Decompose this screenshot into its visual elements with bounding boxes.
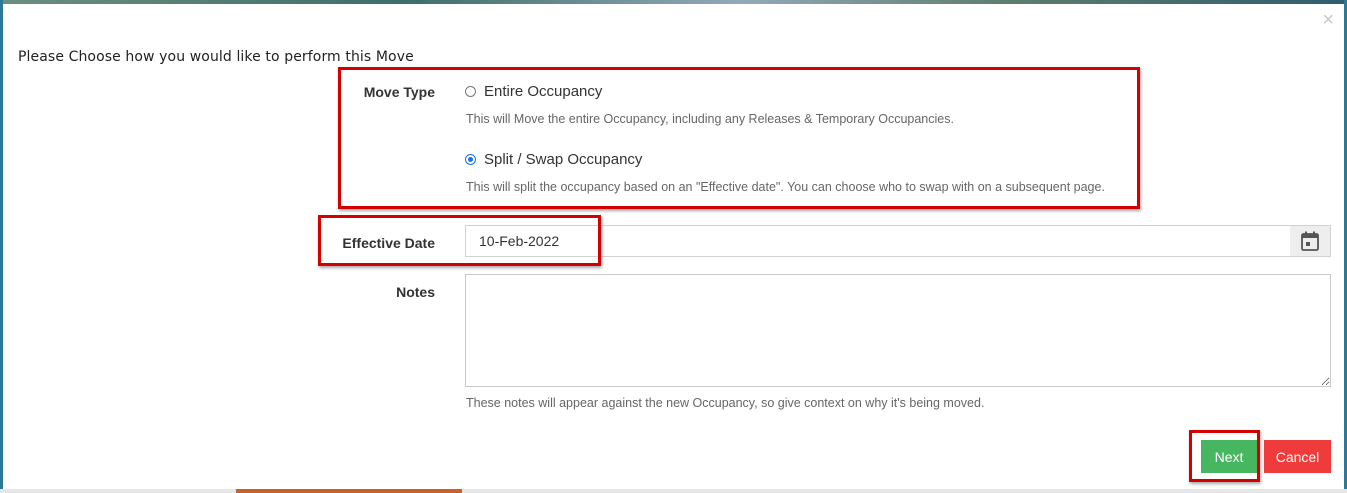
next-button[interactable]: Next	[1201, 440, 1257, 473]
radio-entire-occupancy-label[interactable]: Entire Occupancy	[484, 83, 602, 100]
radio-split-swap-occupancy[interactable]: Split / Swap Occupancy	[465, 151, 642, 168]
notes-help: These notes will appear against the new …	[466, 396, 985, 410]
move-type-label: Move Type	[363, 84, 435, 100]
calendar-button[interactable]	[1290, 225, 1331, 257]
dialog-intro-text: Please Choose how you would like to perf…	[18, 49, 414, 65]
effective-date-label: Effective Date	[342, 235, 435, 251]
radio-entire-occupancy-control[interactable]	[465, 86, 476, 97]
notes-textarea[interactable]	[465, 274, 1331, 387]
background-page-accent	[236, 489, 462, 493]
radio-split-swap-label[interactable]: Split / Swap Occupancy	[484, 151, 642, 168]
cancel-button[interactable]: Cancel	[1264, 440, 1331, 473]
calendar-icon	[1301, 231, 1319, 251]
entire-occupancy-help: This will Move the entire Occupancy, inc…	[466, 112, 954, 126]
radio-split-swap-control[interactable]	[465, 154, 476, 165]
radio-entire-occupancy[interactable]: Entire Occupancy	[465, 83, 602, 100]
move-occupancy-dialog: × Please Choose how you would like to pe…	[3, 4, 1344, 489]
background-page-footer	[0, 489, 1347, 493]
close-icon[interactable]: ×	[1322, 10, 1334, 30]
effective-date-input[interactable]: 10-Feb-2022	[465, 225, 1291, 257]
split-swap-help: This will split the occupancy based on a…	[466, 180, 1105, 194]
notes-label: Notes	[396, 284, 435, 300]
